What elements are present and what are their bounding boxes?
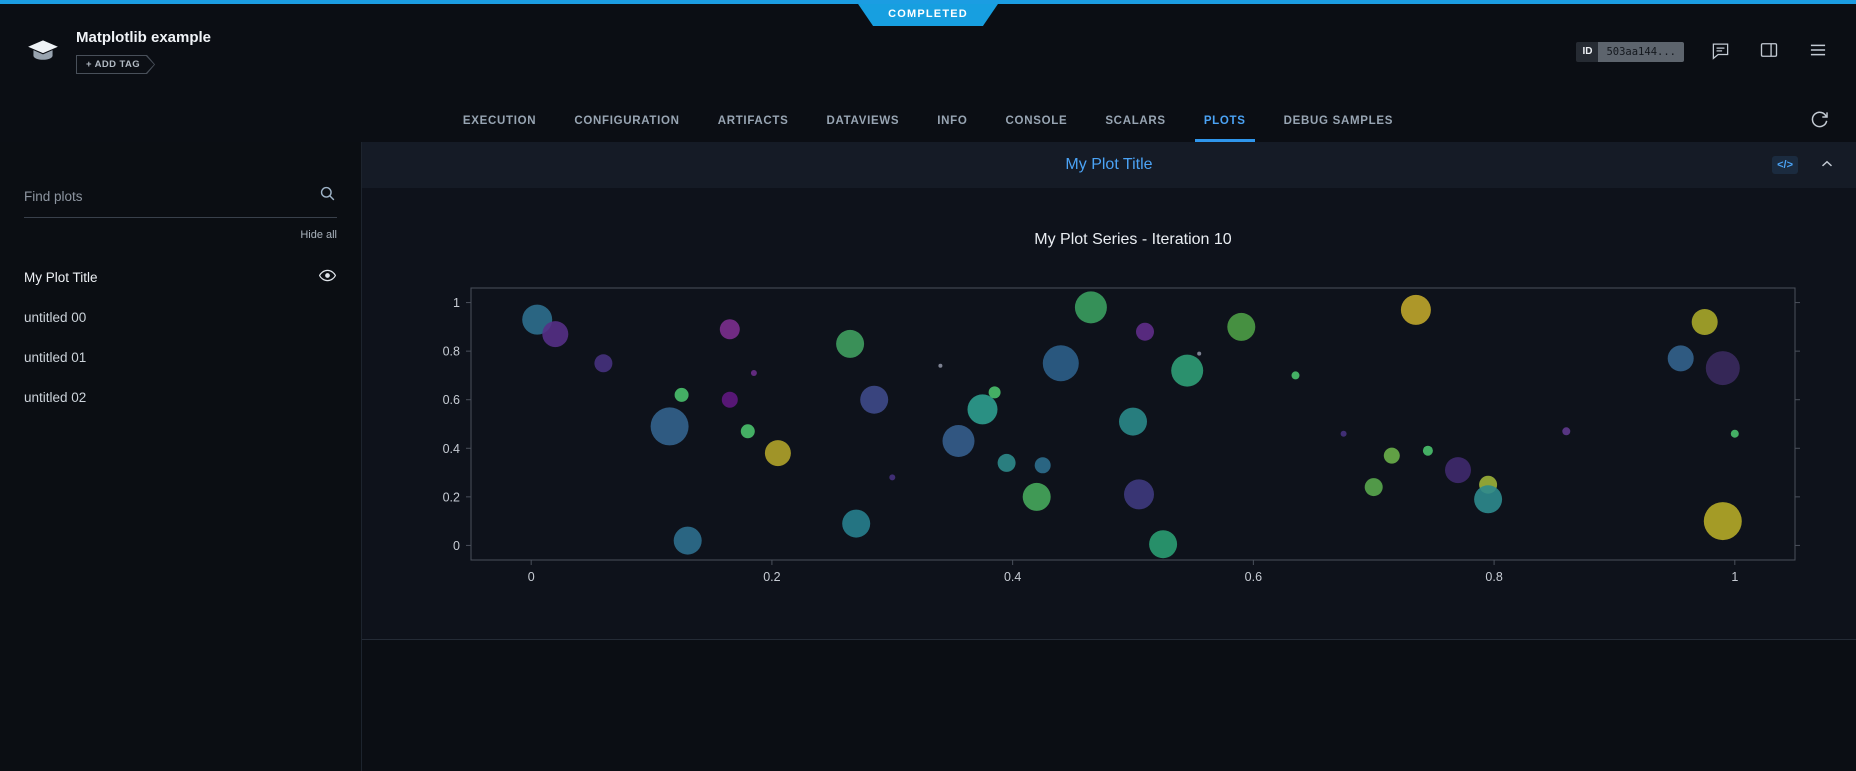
- add-tag-button[interactable]: + ADD TAG: [76, 55, 155, 74]
- add-tag-label: + ADD TAG: [77, 56, 154, 73]
- plot-card: My Plot Series - Iteration 10 0 0.2 0.4 0.6 0…: [362, 188, 1856, 640]
- plot-panel-title: My Plot Title: [362, 156, 1856, 174]
- plot-search: [24, 184, 337, 218]
- plot-item-label: untitled 00: [24, 310, 86, 325]
- tab-execution[interactable]: EXECUTION: [444, 99, 555, 142]
- svg-text:0.6: 0.6: [443, 393, 460, 407]
- plot-item-label: My Plot Title: [24, 270, 98, 285]
- hamburger-icon: [1808, 40, 1828, 63]
- menu-button[interactable]: [1806, 38, 1830, 65]
- plot-item-label: untitled 02: [24, 390, 86, 405]
- tab-console[interactable]: CONSOLE: [987, 99, 1087, 142]
- tab-artifacts[interactable]: ARTIFACTS: [699, 99, 808, 142]
- hide-all-link[interactable]: Hide all: [24, 229, 337, 241]
- view-source-code-icon[interactable]: </>: [1772, 156, 1798, 174]
- scatter-plot[interactable]: My Plot Series - Iteration 10 0 0.2 0.4 0.6 0…: [409, 218, 1809, 598]
- plot-item-label: untitled 01: [24, 350, 86, 365]
- svg-text:0.8: 0.8: [1485, 570, 1502, 584]
- svg-text:0.8: 0.8: [443, 345, 460, 359]
- app-logo-icon: [26, 39, 62, 65]
- svg-text:0.4: 0.4: [1004, 570, 1021, 584]
- chevron-up-icon: [1818, 155, 1836, 176]
- svg-text:0.6: 0.6: [1245, 570, 1262, 584]
- plot-panel-header: My Plot Title </>: [362, 142, 1856, 188]
- visibility-eye-icon[interactable]: [318, 266, 337, 288]
- feedback-button[interactable]: [1709, 39, 1732, 65]
- search-icon: [318, 184, 337, 208]
- tab-info[interactable]: INFO: [918, 99, 986, 142]
- plot-list-item[interactable]: untitled 01: [24, 337, 337, 377]
- refresh-button[interactable]: [1807, 107, 1832, 135]
- experiment-id-badge[interactable]: ID 503aa144...: [1576, 42, 1684, 62]
- message-icon: [1711, 41, 1730, 63]
- plots-sidebar: Hide all My Plot Title untitled 00 untit…: [0, 142, 362, 771]
- id-value: 503aa144...: [1598, 42, 1684, 62]
- plot-list-item[interactable]: untitled 02: [24, 377, 337, 417]
- plot-list-item[interactable]: My Plot Title: [24, 257, 337, 297]
- svg-text:0: 0: [528, 570, 535, 584]
- svg-text:0.2: 0.2: [763, 570, 780, 584]
- tab-dataviews[interactable]: DATAVIEWS: [808, 99, 919, 142]
- svg-text:1: 1: [453, 296, 460, 310]
- plot-list-item[interactable]: untitled 00: [24, 297, 337, 337]
- tab-bar: EXECUTION CONFIGURATION ARTIFACTS DATAVI…: [0, 99, 1856, 142]
- tab-plots[interactable]: PLOTS: [1185, 99, 1265, 142]
- details-panel-button[interactable]: [1757, 38, 1781, 65]
- tab-configuration[interactable]: CONFIGURATION: [555, 99, 698, 142]
- collapse-panel-button[interactable]: [1816, 153, 1838, 178]
- svg-text:My Plot Series - Iteration 10: My Plot Series - Iteration 10: [1034, 231, 1232, 248]
- plots-main-area: My Plot Title </> My Plot Series - Itera…: [362, 142, 1856, 771]
- refresh-icon: [1809, 109, 1830, 133]
- empty-area: [362, 640, 1856, 771]
- experiment-title: Matplotlib example: [76, 29, 211, 46]
- svg-text:0.2: 0.2: [443, 490, 460, 504]
- tab-debug-samples[interactable]: DEBUG SAMPLES: [1265, 99, 1412, 142]
- svg-text:0: 0: [453, 539, 460, 553]
- status-badge: COMPLETED: [858, 4, 998, 26]
- search-input[interactable]: [24, 189, 318, 204]
- svg-text:0.4: 0.4: [443, 442, 460, 456]
- side-panel-icon: [1759, 40, 1779, 63]
- svg-text:1: 1: [1731, 570, 1738, 584]
- tab-scalars[interactable]: SCALARS: [1086, 99, 1185, 142]
- id-label: ID: [1576, 42, 1598, 62]
